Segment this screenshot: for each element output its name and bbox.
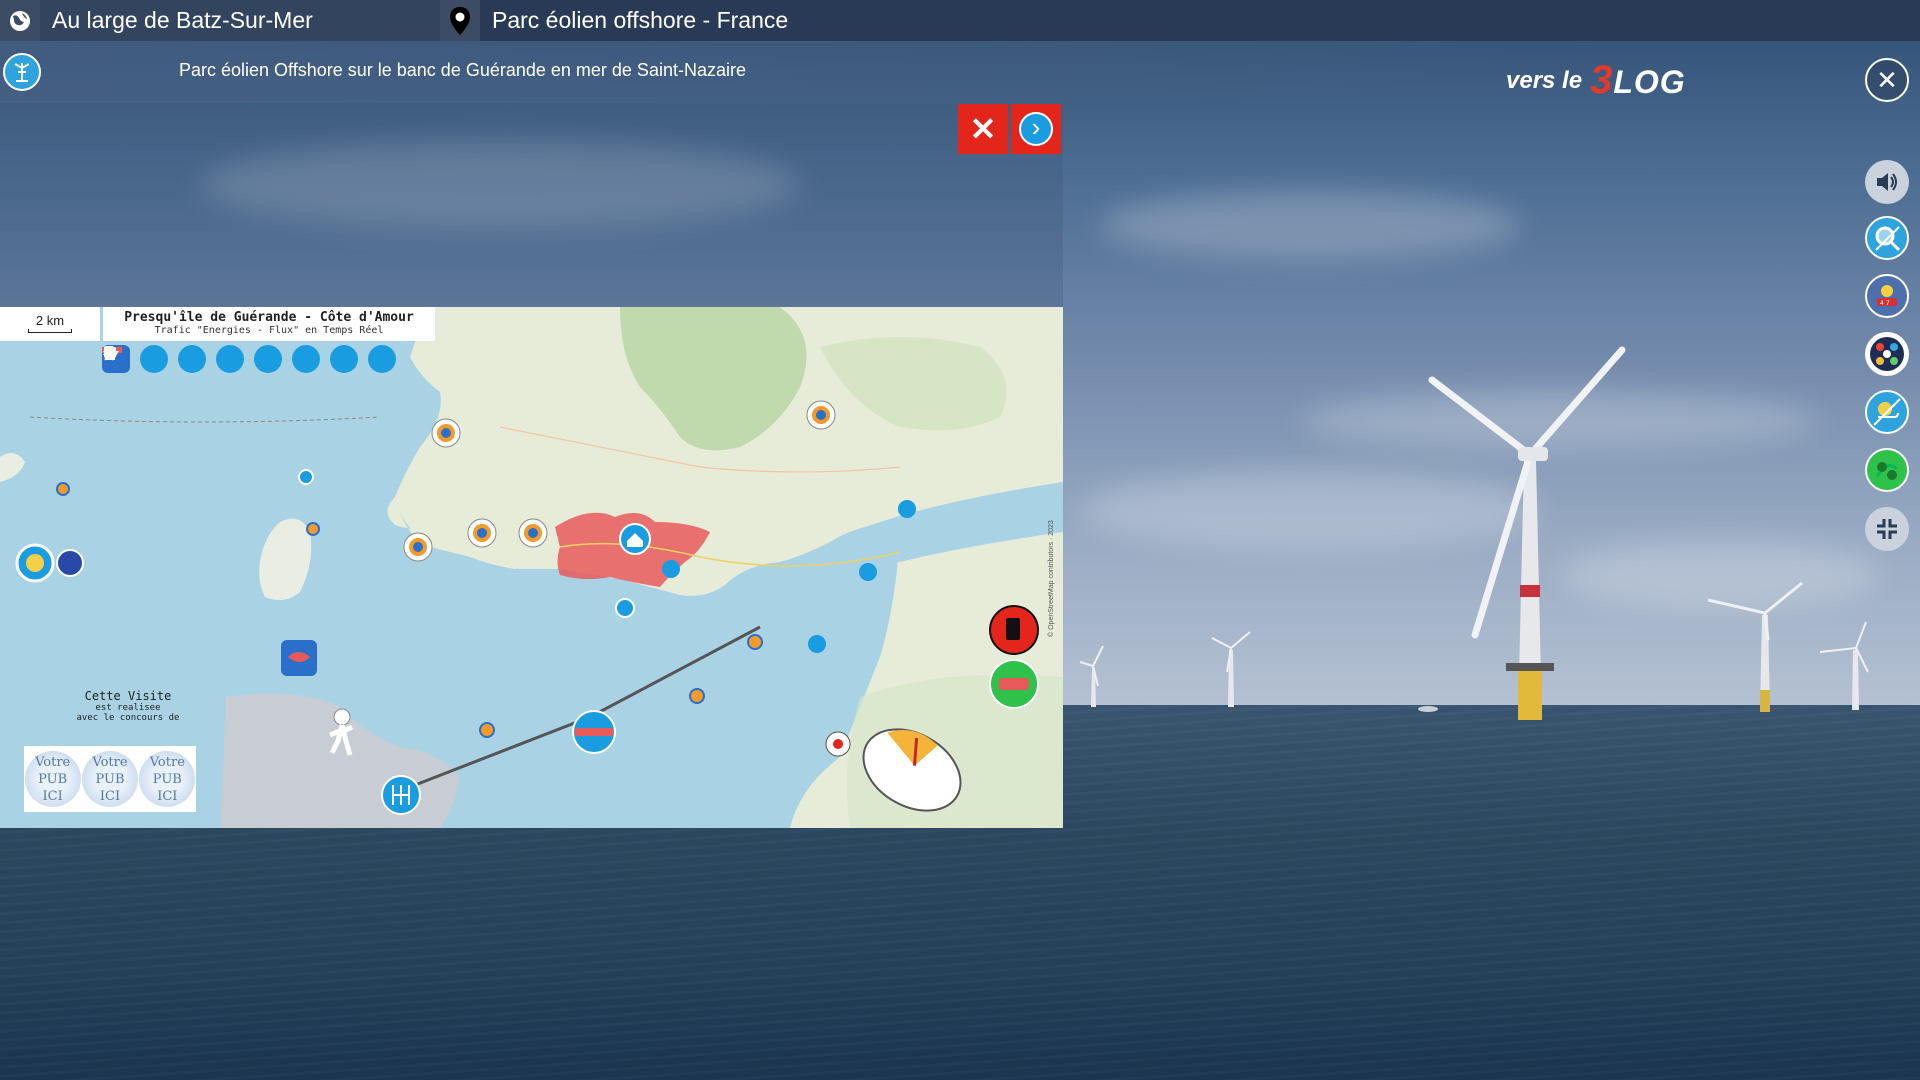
visit-line2: est realisee (95, 703, 161, 713)
pipeline-icon[interactable] (102, 345, 206, 373)
map-attribution: © OpenStreetMap contributors · 2023 (1048, 520, 1055, 637)
turbine-far-right (1819, 621, 1869, 710)
turbine-far-left (1079, 645, 1104, 707)
route-green-icon (1875, 462, 1899, 480)
map-scale: 2 km (0, 307, 100, 341)
turbine-main (1428, 346, 1626, 720)
wind-turbine-icon[interactable] (3, 53, 41, 91)
chevron-right-icon: › (1019, 112, 1053, 146)
map-subtitle: Trafic "Energies - Flux" en Temps Réel (154, 325, 384, 336)
turbine-right (1707, 581, 1803, 712)
energy-icon[interactable] (104, 345, 244, 373)
description-text: Parc éolien Offshore sur le banc de Guér… (179, 60, 746, 80)
scale-bar (28, 329, 72, 333)
panel-close-button[interactable]: ✕ (958, 104, 1008, 154)
search-magnifier-button[interactable] (1865, 216, 1909, 260)
train-icon[interactable] (104, 345, 282, 373)
svg-text:4 7: 4 7 (1880, 300, 1890, 307)
blog-prefix: vers le (1506, 66, 1583, 94)
pub-badge: Votre PUB ICI (24, 751, 81, 807)
wind-turbine-icon[interactable] (105, 345, 168, 373)
globe-icon (0, 0, 40, 41)
visit-label: Cette Visite (84, 689, 172, 703)
interactive-map[interactable]: 2 km Presqu'île de Guérande - Côte d'Amo… (0, 307, 1063, 828)
visit-line3: avec le concours de (76, 713, 180, 723)
weather-satellite-icon (1873, 398, 1901, 426)
sponsor-notice: Cette Visite est realisee avec le concou… (58, 689, 198, 723)
bus-icon[interactable] (104, 345, 396, 373)
close-icon: ✕ (1876, 64, 1898, 95)
advertising-banner[interactable]: Votre PUB ICI Votre PUB ICI Votre PUB ICI (24, 746, 196, 812)
panel-next-button[interactable]: › (1011, 104, 1061, 154)
route-green-button[interactable] (1865, 448, 1909, 492)
close-icon: ✕ (969, 111, 997, 147)
location-segment[interactable]: Au large de Batz-Sur-Mer (0, 0, 440, 41)
layer-toolbar (102, 345, 396, 373)
collapse-fullscreen-button[interactable] (1865, 507, 1909, 551)
ship-icon[interactable] (103, 345, 320, 373)
boat (1418, 706, 1438, 712)
collapse-fullscreen-icon (1877, 519, 1897, 539)
place-segment[interactable]: Parc éolien offshore - France (440, 0, 1920, 41)
pub-badge: Votre PUB ICI (139, 751, 196, 807)
blog-link[interactable]: vers le 3LOG (1506, 58, 1686, 103)
layers-grid-icon (1870, 337, 1904, 371)
blog-logo: 3LOG (1590, 58, 1686, 102)
close-button[interactable]: ✕ (1865, 58, 1909, 102)
map-title: Presqu'île de Guérande - Côte d'Amour (124, 310, 414, 325)
location-label: Au large de Batz-Sur-Mer (52, 7, 313, 33)
title-bar: Au large de Batz-Sur-Mer Parc éolien off… (0, 0, 1920, 41)
plane-icon[interactable] (103, 345, 358, 373)
weather-satellite-button[interactable] (1865, 390, 1909, 434)
map-pin-icon (440, 0, 480, 41)
sound-button[interactable] (1865, 160, 1909, 204)
layers-grid-button[interactable] (1865, 332, 1909, 376)
weather-button[interactable]: 4 7 (1865, 274, 1909, 318)
weather-icon: 4 7 (1877, 285, 1897, 307)
pub-badge: Votre PUB ICI (81, 751, 138, 807)
search-magnifier-icon (1875, 226, 1901, 252)
sound-icon (1877, 173, 1897, 191)
scale-label: 2 km (35, 313, 65, 328)
place-label: Parc éolien offshore - France (492, 7, 789, 33)
map-title-box: Presqu'île de Guérande - Côte d'Amour Tr… (103, 307, 435, 341)
turbine-left (1211, 631, 1251, 707)
